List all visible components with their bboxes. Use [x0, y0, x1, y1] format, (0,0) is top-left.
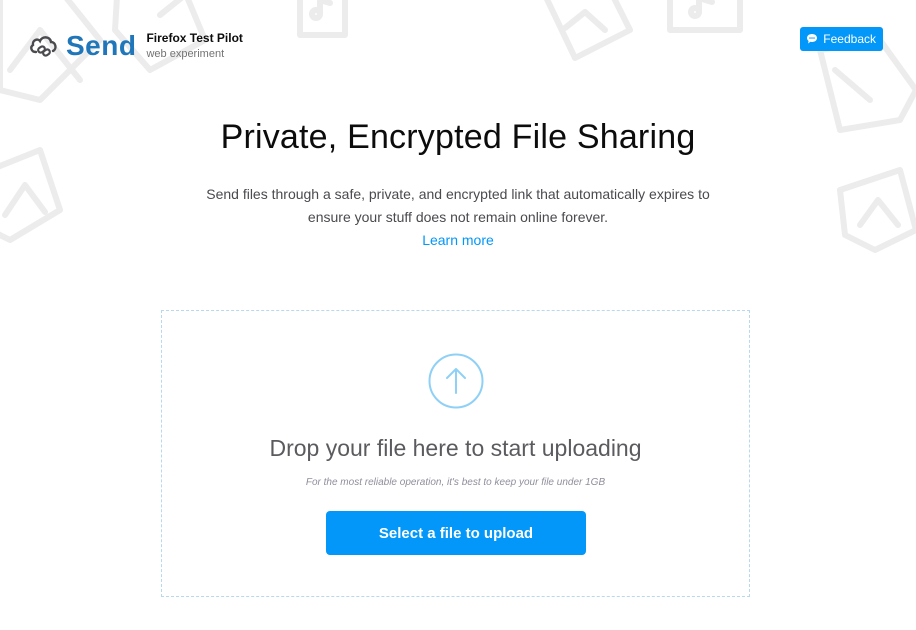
send-logo-icon[interactable] — [28, 30, 60, 62]
hero-section: Private, Encrypted File Sharing Send fil… — [0, 118, 916, 252]
hero-description-text: Send files through a safe, private, and … — [206, 186, 710, 225]
test-pilot-badge[interactable]: Firefox Test Pilot web experiment — [146, 31, 242, 61]
test-pilot-title: Firefox Test Pilot — [146, 31, 243, 46]
logo-text[interactable]: Send — [66, 30, 136, 62]
chat-bubble-icon — [806, 33, 818, 45]
page-title: Private, Encrypted File Sharing — [220, 118, 696, 156]
hero-description: Send files through a safe, private, and … — [198, 183, 718, 252]
upload-dropzone[interactable]: Drop your file here to start uploading F… — [161, 310, 750, 597]
select-file-button[interactable]: Select a file to upload — [326, 511, 586, 555]
drop-title: Drop your file here to start uploading — [269, 435, 642, 461]
learn-more-link[interactable]: Learn more — [422, 229, 494, 252]
test-pilot-subtitle: web experiment — [146, 47, 225, 60]
upload-arrow-icon — [428, 353, 483, 409]
file-size-note: For the most reliable operation, it's be… — [305, 477, 606, 488]
header: Send Firefox Test Pilot web experiment — [28, 30, 243, 62]
feedback-button[interactable]: Feedback — [800, 27, 883, 51]
feedback-label: Feedback — [823, 32, 876, 46]
